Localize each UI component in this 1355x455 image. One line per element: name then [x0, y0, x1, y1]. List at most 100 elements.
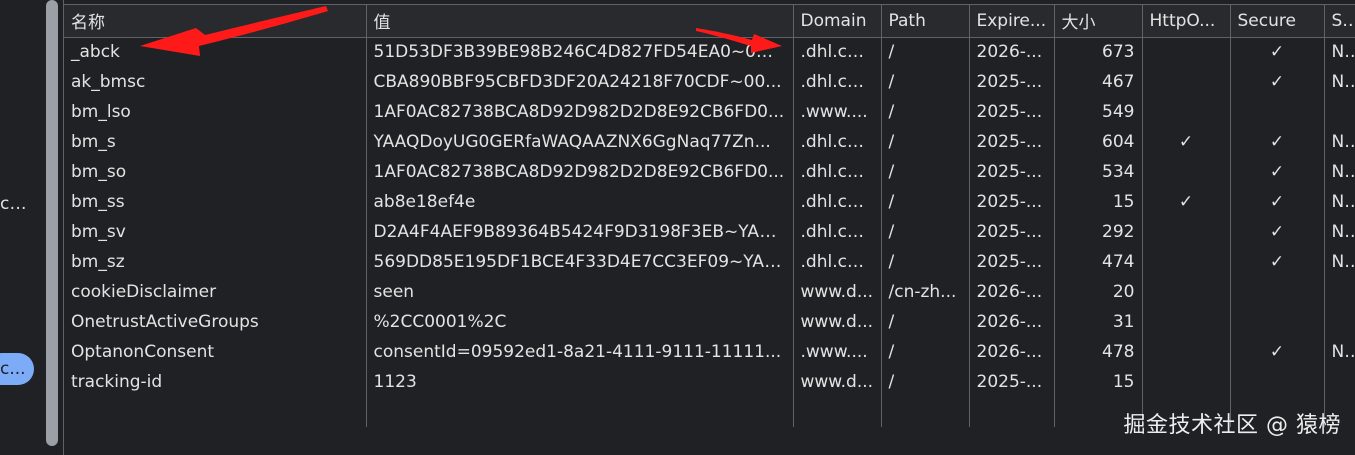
empty-cell — [64, 397, 367, 427]
column-header-samesite[interactable]: Sam — [1324, 5, 1355, 38]
cell-path: / — [881, 187, 970, 217]
cell-name: _abck — [64, 37, 367, 67]
cell-size: 549 — [1054, 97, 1143, 127]
cell-samesite: Non — [1324, 187, 1355, 217]
column-header-domain[interactable]: Domain — [793, 5, 882, 38]
cell-name: bm_ss — [64, 187, 367, 217]
cell-samesite: Non — [1324, 337, 1355, 367]
cell-expires: 2025-... — [969, 157, 1055, 187]
cell-secure: ✓ — [1230, 247, 1325, 277]
cell-httponly — [1142, 337, 1231, 367]
cell-secure: ✓ — [1230, 67, 1325, 97]
column-header-path[interactable]: Path — [881, 5, 970, 38]
cell-value: YAAQDoyUG0GERfaWAQAAZNX6GgNaq77Zn... — [366, 127, 794, 157]
empty-cell — [366, 397, 794, 427]
cell-samesite: Non — [1324, 127, 1355, 157]
cell-name: bm_lso — [64, 97, 367, 127]
cell-httponly — [1142, 277, 1231, 307]
cell-samesite: Non — [1324, 67, 1355, 97]
column-header-name[interactable]: 名称 — [64, 5, 367, 38]
cell-domain: .dhl.com — [793, 187, 882, 217]
cell-size: 292 — [1054, 217, 1143, 247]
sidebar-scrollbar-thumb[interactable] — [46, 0, 58, 446]
cell-secure: ✓ — [1230, 127, 1325, 157]
cell-value: ab8e18ef4e — [366, 187, 794, 217]
cell-value: D2A4F4AEF9B89364B5424F9D3198F3EB~YAA... — [366, 217, 794, 247]
column-header-secure[interactable]: Secure — [1230, 5, 1325, 38]
cell-domain: .www.... — [793, 97, 882, 127]
cell-size: 15 — [1054, 367, 1143, 397]
cell-path: / — [881, 127, 970, 157]
cell-name: bm_s — [64, 127, 367, 157]
cell-samesite — [1324, 367, 1355, 397]
table-row[interactable]: bm_lso 1AF0AC82738BCA8D92D982D2D8E92CB6FD… — [64, 97, 1355, 127]
cell-samesite — [1324, 277, 1355, 307]
table-row[interactable]: bm_sv D2A4F4AEF9B89364B5424F9D3198F3EB~YA… — [64, 217, 1355, 247]
cell-expires: 2025-... — [969, 97, 1055, 127]
cell-value: 51D53DF3B39BE98B246C4D827FD54EA0~0~... — [366, 37, 794, 67]
cell-value: consentId=09592ed1-8a21-4111-9111-11111.… — [366, 337, 794, 367]
cell-size: 604 — [1054, 127, 1143, 157]
cell-secure: ✓ — [1230, 337, 1325, 367]
table-row[interactable]: tracking-id 1123 www.d.../2025-... 15 — [64, 367, 1355, 397]
cell-value: seen — [366, 277, 794, 307]
cell-value: 569DD85E195DF1BCE4F33D4E7CC3EF09~YAA... — [366, 247, 794, 277]
cell-secure: ✓ — [1230, 187, 1325, 217]
cell-name: OnetrustActiveGroups — [64, 307, 367, 337]
cookie-table: 名称 值 Domain Path Expire... 大小 HttpO... S… — [64, 5, 1355, 427]
cell-domain: .dhl.com — [793, 127, 882, 157]
cell-secure — [1230, 277, 1325, 307]
cell-domain: .dhl.com — [793, 247, 882, 277]
table-row[interactable]: cookieDisclaimer seen www.d.../cn-zh... 202… — [64, 277, 1355, 307]
cell-secure — [1230, 97, 1325, 127]
column-header-httponly[interactable]: HttpO... — [1142, 5, 1231, 38]
cell-expires: 2025-... — [969, 127, 1055, 157]
cell-path: / — [881, 307, 970, 337]
cell-samesite — [1324, 307, 1355, 337]
table-header-row: 名称 值 Domain Path Expire... 大小 HttpO... S… — [64, 5, 1355, 38]
cell-expires: 2026-... — [969, 307, 1055, 337]
storage-sidebar: c... c... — [0, 0, 44, 455]
cell-name: ak_bmsc — [64, 67, 367, 97]
table-row[interactable]: bm_ssab8e18ef4e.dhl.com/2025-...15✓✓Non — [64, 187, 1355, 217]
column-header-expires[interactable]: Expire... — [969, 5, 1055, 38]
table-row[interactable]: _abck 51D53DF3B39BE98B246C4D827FD54EA0~0~… — [64, 37, 1355, 67]
column-header-value[interactable]: 值 — [366, 5, 794, 38]
cell-path: / — [881, 217, 970, 247]
cell-expires: 2025-... — [969, 217, 1055, 247]
table-row[interactable]: bm_sz 569DD85E195DF1BCE4F33D4E7CC3EF09~YA… — [64, 247, 1355, 277]
cell-value: 1AF0AC82738BCA8D92D982D2D8E92CB6FD0... — [366, 97, 794, 127]
devtools-cookies-panel: c... c... 名称 值 Domain Path Expire... 大小 … — [0, 0, 1355, 455]
cell-name: bm_so — [64, 157, 367, 187]
cell-size: 20 — [1054, 277, 1143, 307]
cell-samesite: Non — [1324, 37, 1355, 67]
cell-expires: 2025-... — [969, 67, 1055, 97]
sidebar-item-selected[interactable]: c... — [0, 353, 34, 385]
cell-samesite: Non — [1324, 247, 1355, 277]
table-row[interactable]: ak_bmsc CBA890BBF95CBFD3DF20A24218F70CDF~… — [64, 67, 1355, 97]
cell-expires: 2025-... — [969, 367, 1055, 397]
cell-size: 534 — [1054, 157, 1143, 187]
table-row[interactable]: OnetrustActiveGroups %2CC0001%2C www.d... /… — [64, 307, 1355, 337]
cell-value: CBA890BBF95CBFD3DF20A24218F70CDF~00... — [366, 67, 794, 97]
cell-name: tracking-id — [64, 367, 367, 397]
cell-domain: .dhl.com — [793, 157, 882, 187]
cell-expires: 2026-... — [969, 337, 1055, 367]
cell-httponly — [1142, 247, 1231, 277]
table-row[interactable]: bm_s YAAQDoyUG0GERfaWAQAAZNX6GgNaq77Zn...… — [64, 127, 1355, 157]
cell-httponly — [1142, 367, 1231, 397]
cell-httponly — [1142, 157, 1231, 187]
cell-httponly: ✓ — [1142, 127, 1231, 157]
watermark: 掘金技术社区 @ 猿榜 — [1123, 413, 1341, 438]
cell-path: / — [881, 157, 970, 187]
column-header-size[interactable]: 大小 — [1054, 5, 1143, 38]
table-row[interactable]: OptanonConsent consentId=09592ed1-8a21-41… — [64, 337, 1355, 367]
sidebar-item-truncated[interactable]: c... — [0, 194, 27, 214]
cell-httponly — [1142, 37, 1231, 67]
cell-expires: 2025-... — [969, 247, 1055, 277]
cell-value: 1AF0AC82738BCA8D92D982D2D8E92CB6FD0... — [366, 157, 794, 187]
empty-cell — [969, 397, 1055, 427]
cell-path: / — [881, 367, 970, 397]
cell-domain: .dhl.com — [793, 67, 882, 97]
table-row[interactable]: bm_so 1AF0AC82738BCA8D92D982D2D8E92CB6FD0… — [64, 157, 1355, 187]
